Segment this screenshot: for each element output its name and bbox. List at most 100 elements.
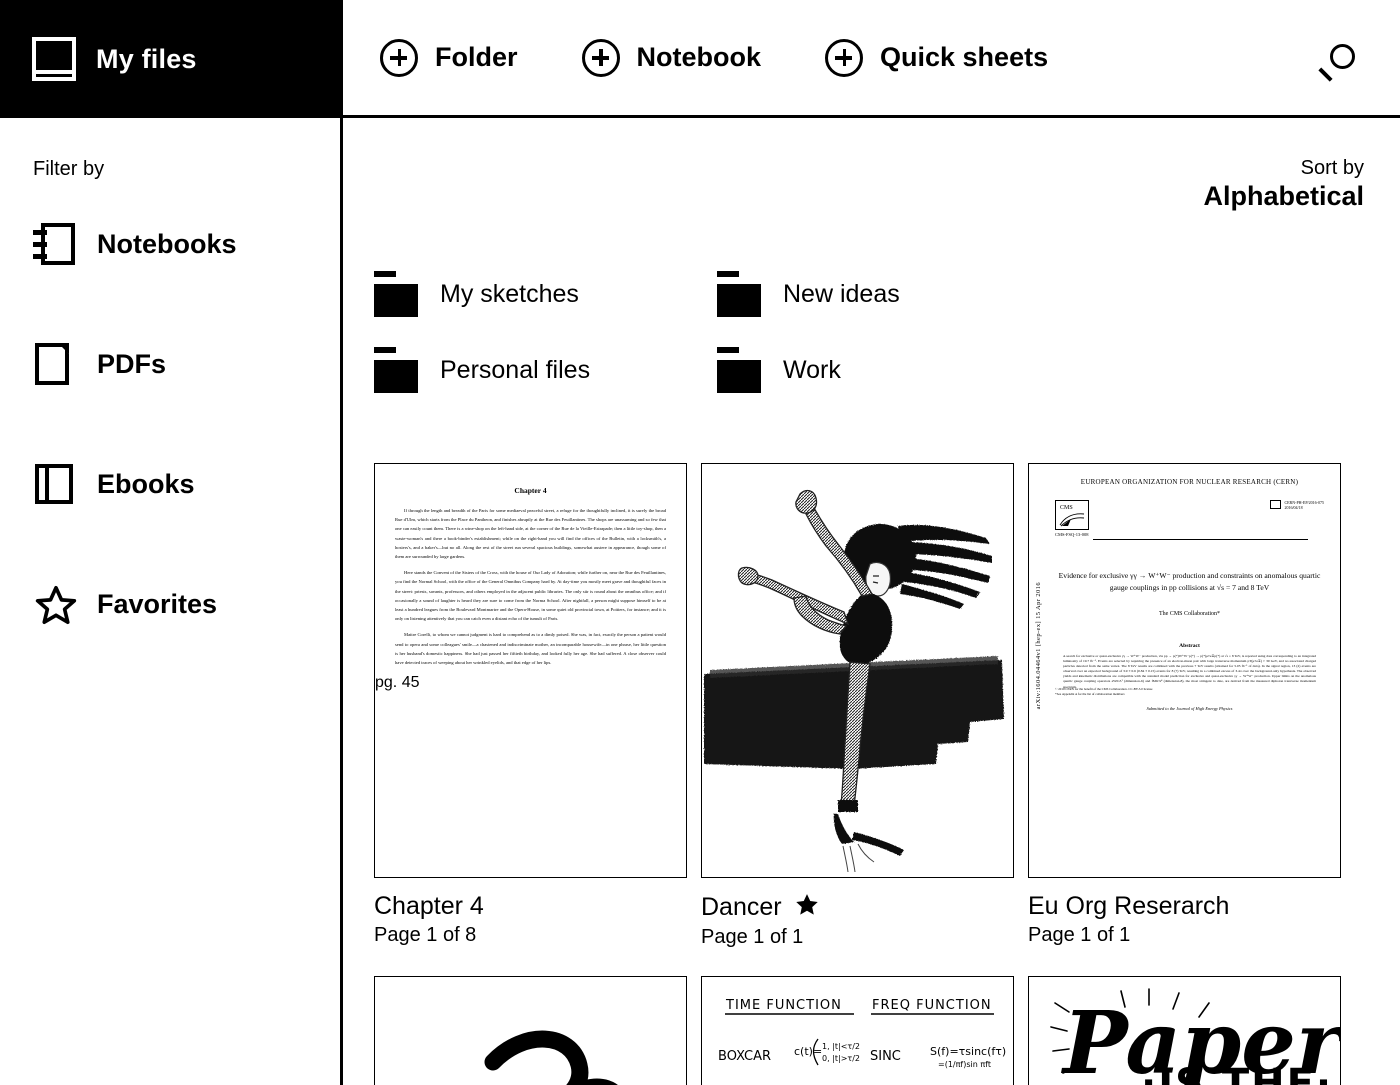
sidebar-item-notebooks[interactable]: Notebooks — [33, 209, 340, 279]
thumb-author: The CMS Collaboration* — [1159, 611, 1220, 617]
thumb-heading: Chapter 4 — [514, 486, 547, 495]
new-quick-sheets-label: Quick sheets — [880, 42, 1049, 72]
star-outline-icon — [33, 583, 77, 625]
document-card-eu-org-reserarch[interactable]: arXiv:1604.04464v1 [hep-ex] 15 Apr 2016 … — [1028, 463, 1341, 950]
document-title-row: Dancer — [701, 892, 1014, 922]
new-folder-button[interactable]: Folder — [380, 38, 518, 77]
cern-mark-icon — [1270, 500, 1282, 509]
sort-control[interactable]: Sort by Alphabetical — [1203, 156, 1364, 212]
notebook-icon — [33, 223, 75, 265]
thumb-page-number: pg. 45 — [375, 674, 420, 692]
paper-poster-illustration: Paper ·IS THE· ULTIMATE — [1029, 977, 1340, 1085]
folder-personal-files[interactable]: Personal files — [374, 332, 717, 408]
thumb-organization: EUROPEAN ORGANIZATION FOR NUCLEAR RESEAR… — [1080, 478, 1299, 486]
thumb-paragraph: Here stands the Convent of the Sisters o… — [395, 570, 666, 622]
document-title-row: Chapter 4 — [374, 892, 687, 920]
plus-circle-icon — [825, 38, 864, 77]
thumb-abstract-heading: Abstract — [1179, 643, 1200, 649]
app-toolbar: Folder Notebook Quick sheets — [343, 0, 1400, 118]
document-card-chapter-4[interactable]: Chapter 4 If through the length and brea… — [374, 463, 687, 950]
folder-icon — [374, 347, 418, 393]
filter-by-label: Filter by — [33, 158, 105, 180]
create-actions: Folder Notebook Quick sheets — [380, 38, 1112, 77]
thumb-abstract: A search for exclusive or quasi-exclusiv… — [1063, 654, 1316, 689]
my-files-icon — [32, 37, 76, 81]
thumb-footer: © 2016 CERN for the benefit of the CMS C… — [1055, 686, 1153, 691]
book-icon — [33, 463, 75, 505]
sort-value: Alphabetical — [1203, 181, 1364, 211]
new-notebook-label: Notebook — [636, 42, 762, 72]
document-grid: Chapter 4 If through the length and brea… — [374, 463, 1374, 1085]
notes-col1-heading: TIME FUNCTION — [725, 998, 842, 1013]
document-card-calligraphy[interactable] — [374, 976, 687, 1085]
sidebar-item-favorites[interactable]: Favorites — [33, 569, 340, 639]
sort-by-label: Sort by — [1300, 157, 1364, 179]
folder-list: My sketches New ideas Personal files Wor… — [374, 256, 1374, 408]
thumb-report-date: 2016/04/18 — [1284, 505, 1303, 510]
document-title: Eu Org Reserarch — [1028, 892, 1230, 920]
folder-icon — [717, 347, 761, 393]
dancer-illustration — [702, 464, 1013, 877]
document-title-row: Eu Org Reserarch — [1028, 892, 1341, 920]
document-thumbnail — [701, 463, 1014, 878]
poster-line-2: ·IS THE· — [1141, 1061, 1333, 1085]
thumb-paragraph: Maitre Corelli, to whom we cannot judgme… — [395, 632, 666, 666]
sidebar-item-label-pdfs: PDFs — [97, 348, 167, 379]
folder-new-ideas[interactable]: New ideas — [717, 256, 1060, 332]
sidebar-item-pdfs[interactable]: PDFs — [33, 329, 340, 399]
app-header-left: My files — [0, 0, 343, 118]
new-folder-label: Folder — [435, 42, 518, 72]
svg-text:c(t)=: c(t)= — [794, 1045, 822, 1058]
document-title: Dancer — [701, 893, 782, 921]
cms-logo-icon: CMS — [1055, 500, 1089, 530]
file-manager-screen: My files Folder Notebook Quick sheets Fi… — [0, 0, 1400, 1085]
document-thumbnail: arXiv:1604.04464v1 [hep-ex] 15 Apr 2016 … — [1028, 463, 1341, 878]
document-thumbnail: Paper ·IS THE· ULTIMATE — [1028, 976, 1341, 1085]
document-page-count: Page 1 of 1 — [1028, 924, 1131, 946]
svg-text:0, |t|>τ/2: 0, |t|>τ/2 — [822, 1054, 860, 1063]
page-icon — [33, 343, 75, 385]
document-title: Chapter 4 — [374, 892, 484, 920]
plus-circle-icon — [581, 38, 620, 77]
document-page-count: Page 1 of 1 — [701, 926, 804, 948]
filter-list: Notebooks PDFs Ebooks Favorites — [0, 209, 340, 639]
handwritten-notes-illustration: TIME FUNCTION FREQ FUNCTION BOXCAR c(t)=… — [702, 977, 1013, 1085]
folder-label: New ideas — [783, 279, 900, 308]
main-content: Sort by Alphabetical My sketches New ide… — [343, 118, 1400, 1085]
thumb-submitted: Submitted to the Journal of High Energy … — [1146, 705, 1233, 711]
folder-work[interactable]: Work — [717, 332, 1060, 408]
folder-my-sketches[interactable]: My sketches — [374, 256, 717, 332]
search-icon[interactable] — [1316, 36, 1364, 84]
document-thumbnail: TIME FUNCTION FREQ FUNCTION BOXCAR c(t)=… — [701, 976, 1014, 1085]
new-notebook-button[interactable]: Notebook — [581, 38, 762, 77]
sidebar-item-label-ebooks: Ebooks — [97, 468, 195, 499]
folder-label: My sketches — [440, 279, 579, 308]
folder-label: Personal files — [440, 355, 591, 384]
document-thumbnail — [374, 976, 687, 1085]
document-page-count: Page 1 of 8 — [374, 924, 477, 946]
document-card-paper-poster[interactable]: Paper ·IS THE· ULTIMATE — [1028, 976, 1341, 1085]
notes-label-sinc: SINC — [870, 1049, 901, 1064]
plus-circle-icon — [380, 38, 418, 77]
thumb-paragraph: If through the length and breadth of the… — [395, 508, 666, 560]
sidebar-item-label-favorites: Favorites — [97, 588, 218, 619]
svg-text:=(1/πf)sin πft: =(1/πf)sin πft — [938, 1060, 991, 1069]
folder-icon — [717, 271, 761, 317]
calligraphy-illustration — [375, 977, 686, 1085]
folder-label: Work — [783, 355, 841, 384]
thumb-footer-2: *See Appendix A for the list of collabor… — [1055, 691, 1125, 696]
thumb-doc-code: CMS-FSQ-13-008 — [1055, 532, 1089, 537]
svg-text:1, |t|<τ/2: 1, |t|<τ/2 — [822, 1042, 860, 1051]
document-card-dancer[interactable]: Dancer Page 1 of 1 — [701, 463, 1014, 950]
page-title: My files — [96, 43, 197, 74]
document-card-handwritten-notes[interactable]: TIME FUNCTION FREQ FUNCTION BOXCAR c(t)=… — [701, 976, 1014, 1085]
sidebar-item-ebooks[interactable]: Ebooks — [33, 449, 340, 519]
sidebar-item-label-notebooks: Notebooks — [97, 228, 237, 259]
thumb-paper-title: Evidence for exclusive γγ → W⁺W⁻ product… — [1058, 571, 1321, 592]
thumb-arxiv-id: arXiv:1604.04464v1 [hep-ex] 15 Apr 2016 — [1035, 582, 1042, 710]
notes-label-boxcar: BOXCAR — [718, 1049, 771, 1064]
document-thumbnail: Chapter 4 If through the length and brea… — [374, 463, 687, 878]
folder-icon — [374, 271, 418, 317]
new-quick-sheets-button[interactable]: Quick sheets — [825, 38, 1049, 77]
favorite-star-icon[interactable] — [794, 892, 820, 922]
